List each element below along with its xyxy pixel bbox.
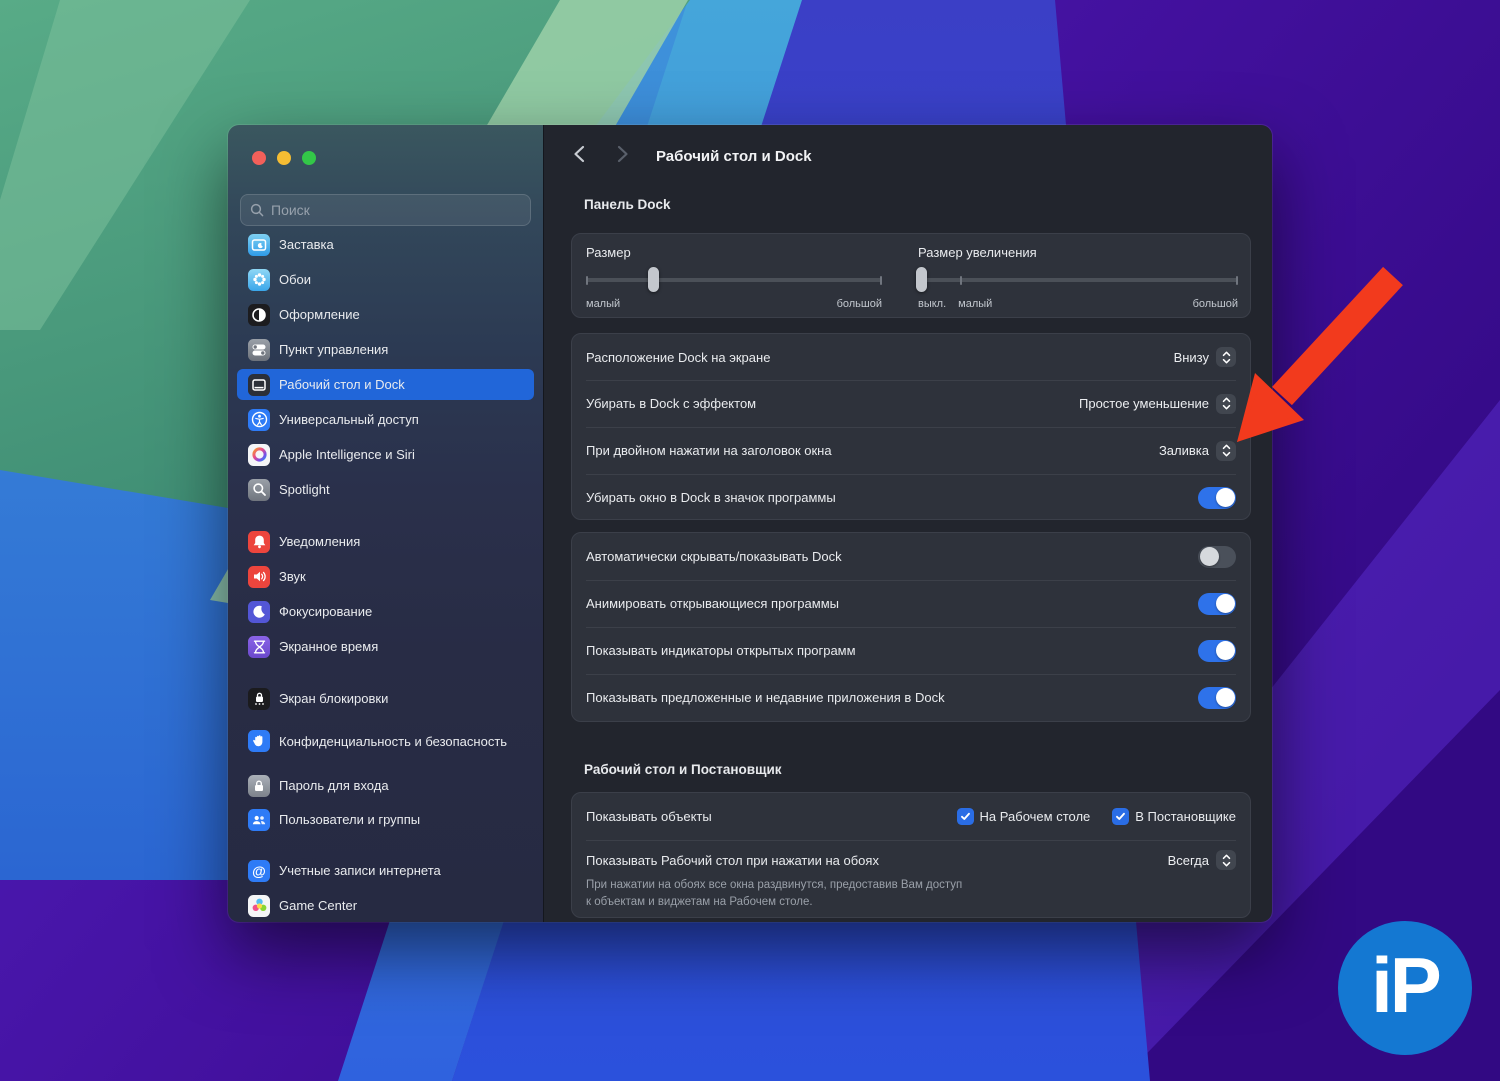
sidebar-item-appearance[interactable]: Оформление — [237, 299, 534, 330]
size-slider[interactable] — [586, 267, 882, 292]
animate-apps-row: Анимировать открывающиеся программы — [572, 580, 1250, 627]
magnification-slider-thumb[interactable] — [916, 267, 927, 292]
dock-position-row: Расположение Dock на экране Внизу — [572, 334, 1250, 380]
chevron-up-down-icon — [1216, 347, 1236, 367]
wallpaper-icon — [248, 268, 270, 291]
sidebar-item-internet-accounts[interactable]: @ Учетные записи интернета — [237, 855, 534, 886]
search-input[interactable]: Поиск — [240, 194, 531, 226]
double-click-title-dropdown[interactable]: Заливка — [1159, 440, 1236, 461]
search-icon — [250, 203, 264, 217]
autohide-dock-toggle[interactable] — [1198, 545, 1236, 568]
section-title-panel-dock: Панель Dock — [584, 197, 671, 212]
accessibility-icon — [248, 408, 270, 431]
sound-icon — [248, 565, 270, 588]
sidebar-item-notifications[interactable]: Уведомления — [237, 526, 534, 557]
back-button[interactable] — [572, 145, 586, 163]
spotlight-icon — [248, 478, 270, 501]
dock-toggles-group: Автоматически скрывать/показывать Dock А… — [571, 532, 1251, 722]
page-title: Рабочий стол и Dock — [656, 148, 812, 165]
screen-time-icon — [248, 635, 270, 658]
show-items-row: Показывать объекты На Рабочем столе В По… — [586, 808, 1236, 825]
users-groups-icon — [248, 808, 270, 831]
double-click-title-row: При двойном нажатии на заголовок окна За… — [572, 427, 1250, 474]
sidebar-item-wallpaper[interactable]: Обои — [237, 264, 534, 295]
show-indicators-row: Показывать индикаторы открытых программ — [572, 627, 1250, 674]
click-wallpaper-dropdown[interactable]: Всегда — [1168, 850, 1236, 870]
iphones-ru-logo: iP — [1338, 921, 1472, 1055]
desktop-stage-group: Показывать объекты На Рабочем столе В По… — [571, 792, 1251, 918]
sidebar-item-focus[interactable]: Фокусирование — [237, 596, 534, 627]
chevron-up-down-icon — [1216, 440, 1236, 461]
size-slider-label: Размер — [586, 245, 631, 260]
search-placeholder: Поиск — [271, 202, 310, 218]
forward-button[interactable] — [616, 145, 630, 163]
dock-position-dropdown[interactable]: Внизу — [1174, 347, 1236, 367]
sidebar-item-sound[interactable]: Звук — [237, 561, 534, 592]
sidebar-item-lock-screen[interactable]: Экран блокировки — [237, 683, 534, 714]
sidebar-item-users-groups[interactable]: Пользователи и группы — [237, 804, 534, 835]
show-indicators-toggle[interactable] — [1198, 639, 1236, 662]
sidebar: Поиск Заставка Обои Оформление Пункт упр… — [228, 125, 543, 922]
dock-sliders-group: Размер малый большой Размер увеличения в… — [571, 233, 1251, 318]
show-in-stage-manager-checkbox[interactable]: В Постановщике — [1112, 808, 1236, 825]
minimize-effect-row: Убирать в Dock с эффектом Простое уменьш… — [572, 380, 1250, 427]
desktop: Поиск Заставка Обои Оформление Пункт упр… — [0, 0, 1500, 1081]
chevron-up-down-icon — [1216, 850, 1236, 870]
magnification-slider-label: Размер увеличения — [918, 245, 1037, 260]
close-window-button[interactable] — [252, 151, 266, 165]
magnification-slider[interactable] — [916, 267, 1238, 292]
sidebar-item-spotlight[interactable]: Spotlight — [237, 474, 534, 505]
apple-intelligence-icon — [248, 443, 270, 466]
desktop-dock-icon — [248, 373, 270, 396]
sidebar-item-accessibility[interactable]: Универсальный доступ — [237, 404, 534, 435]
click-wallpaper-row: Показывать Рабочий стол при нажатии на о… — [572, 840, 1250, 919]
minimize-to-app-icon-row: Убирать окно в Dock в значок программы — [572, 474, 1250, 521]
privacy-icon — [248, 730, 270, 752]
system-settings-window: Поиск Заставка Обои Оформление Пункт упр… — [228, 125, 1272, 922]
sidebar-item-desktop-dock[interactable]: Рабочий стол и Dock — [237, 369, 534, 400]
size-max-label: большой — [836, 298, 882, 310]
settings-content: Рабочий стол и Dock Панель Dock Размер м… — [543, 125, 1272, 922]
window-controls — [252, 151, 316, 165]
animate-apps-toggle[interactable] — [1198, 592, 1236, 615]
show-recent-apps-toggle[interactable] — [1198, 686, 1236, 709]
logo-text: iP — [1371, 940, 1442, 1029]
minimize-to-app-icon-toggle[interactable] — [1198, 486, 1236, 509]
chevron-up-down-icon — [1216, 393, 1236, 414]
section-title-desktop-stage: Рабочий стол и Постановщик — [584, 762, 782, 777]
sidebar-item-privacy-security[interactable]: Конфиденциальность и безопасность — [237, 719, 534, 763]
screensaver-icon — [248, 233, 270, 256]
internet-accounts-icon: @ — [248, 859, 270, 882]
click-wallpaper-description: При нажатии на обоях все окна раздвинутс… — [586, 879, 963, 908]
magnification-max-label: большой — [1192, 298, 1238, 310]
notifications-icon — [248, 530, 270, 553]
size-slider-thumb[interactable] — [648, 267, 659, 292]
appearance-icon — [248, 303, 270, 326]
autohide-dock-row: Автоматически скрывать/показывать Dock — [572, 533, 1250, 580]
sidebar-item-control-center[interactable]: Пункт управления — [237, 334, 534, 365]
login-password-icon — [248, 774, 270, 797]
minimize-effect-dropdown[interactable]: Простое уменьшение — [1079, 393, 1236, 414]
show-on-desktop-checkbox[interactable]: На Рабочем столе — [956, 808, 1090, 825]
magnification-off-label: выкл. — [918, 298, 947, 310]
sidebar-item-screen-time[interactable]: Экранное время — [237, 631, 534, 662]
show-recent-apps-row: Показывать предложенные и недавние прило… — [572, 674, 1250, 721]
control-center-icon — [248, 338, 270, 361]
size-min-label: малый — [586, 298, 621, 310]
checkmark-icon — [956, 808, 974, 825]
lock-screen-icon — [248, 687, 270, 710]
zoom-window-button[interactable] — [302, 151, 316, 165]
game-center-icon — [248, 894, 270, 917]
sidebar-item-game-center[interactable]: Game Center — [237, 890, 534, 921]
sidebar-item-screensaver[interactable]: Заставка — [237, 229, 534, 260]
sidebar-item-apple-intelligence[interactable]: Apple Intelligence и Siri — [237, 439, 534, 470]
minimize-window-button[interactable] — [277, 151, 291, 165]
dock-options-group: Расположение Dock на экране Внизу Убират… — [571, 333, 1251, 520]
checkmark-icon — [1112, 808, 1130, 825]
magnification-min-label: малый — [958, 298, 993, 310]
sidebar-item-login-password[interactable]: Пароль для входа — [237, 770, 534, 801]
focus-icon — [248, 600, 270, 623]
